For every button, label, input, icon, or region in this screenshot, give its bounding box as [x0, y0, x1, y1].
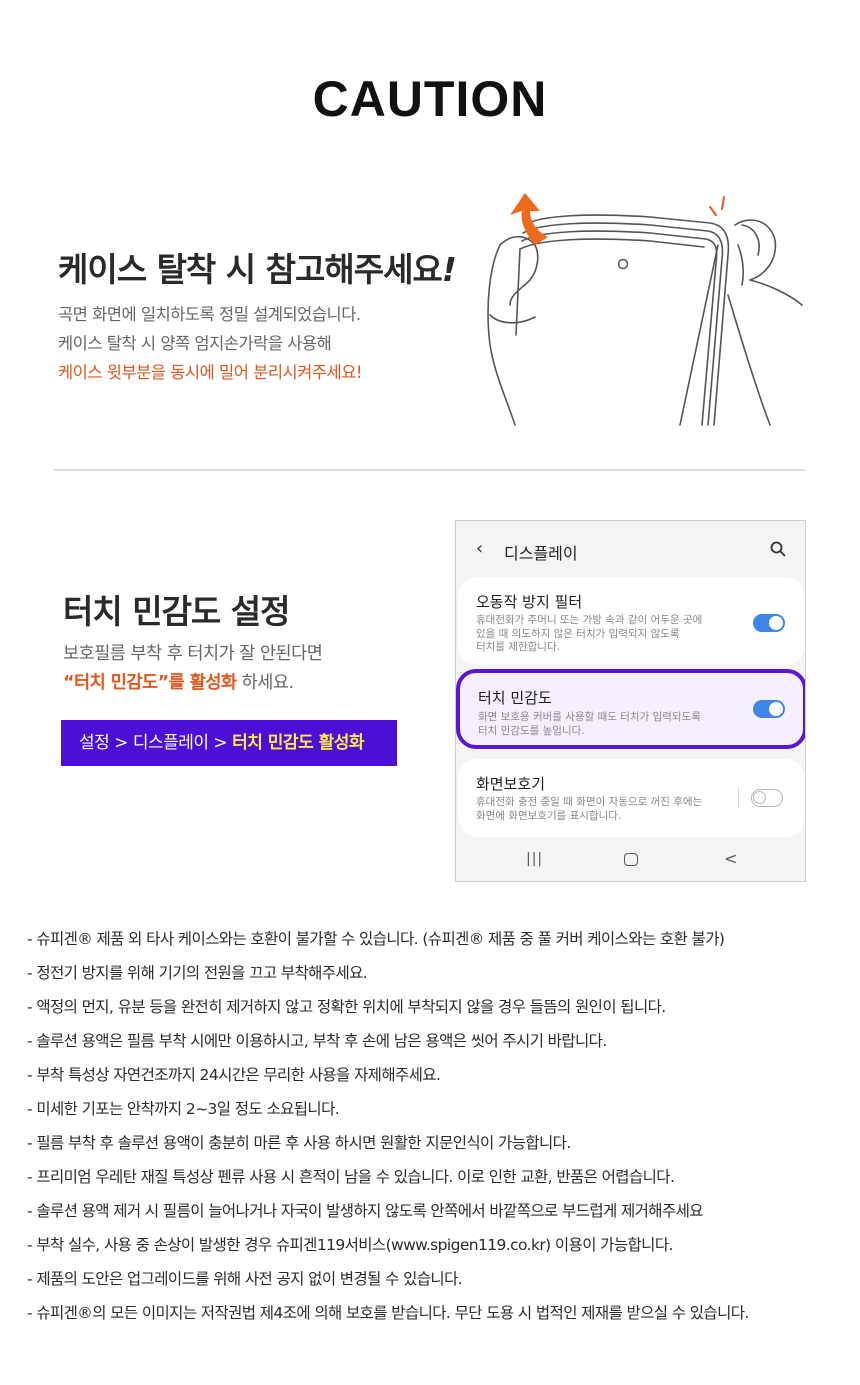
phone-settings-screen: ‹ 디스플레이 오동작 방지 필터 휴대전화가 주머니 또는 가방 속과 같이 …: [455, 520, 806, 882]
search-icon[interactable]: [770, 541, 786, 557]
toggle-knob: [753, 791, 766, 804]
setting-item-title: 터치 민감도: [478, 689, 552, 707]
list-item: - 필름 부착 후 솔루션 용액이 충분히 마른 후 사용 하시면 원활한 지문…: [27, 1134, 571, 1152]
setting-desc-line: 휴대전화가 주머니 또는 가방 속과 같이 어두운 곳에: [476, 614, 703, 626]
list-item: - 슈피겐® 제품 외 타사 케이스와는 호환이 불가할 수 있습니다. (슈피…: [27, 930, 725, 948]
home-icon[interactable]: [624, 853, 638, 866]
setting-desc-line: 화면에 화면보호기를 표시합니다.: [476, 809, 622, 822]
setting-desc-line: 있을 때 의도하지 않은 터치가 입력되지 않도록: [476, 627, 680, 640]
setting-desc-line: 화면 보호용 커버를 사용할 때도 터치가 입력되도록: [478, 711, 701, 723]
nav-back-icon[interactable]: <: [724, 849, 737, 868]
list-item: - 제품의 도안은 업그레이드를 위해 사전 공지 없이 변경될 수 있습니다.: [27, 1270, 463, 1288]
removal-line-3: 케이스 윗부분을 동시에 밀어 분리시켜주세요!: [58, 363, 363, 382]
settings-path-highlight: 터치 민감도 활성화: [232, 733, 365, 753]
setting-item-desc: 화면 보호용 커버를 사용할 때도 터치가 입력되도록 터치 민감도를 높입니다…: [478, 711, 701, 738]
touch-line-2: “터치 민감도”를 활성화 하세요.: [63, 669, 322, 698]
phone-app-bar: ‹ 디스플레이: [456, 521, 805, 577]
touch-heading: 터치 민감도 설정: [63, 592, 290, 631]
list-item: - 프리미엄 우레탄 재질 특성상 펜류 사용 시 흔적이 남을 수 있습니다.…: [27, 1168, 675, 1186]
page-title: CAUTION: [312, 71, 548, 127]
settings-path-box: 설정 > 디스플레이 > 터치 민감도 활성화: [61, 720, 397, 766]
removal-heading-mark: !: [441, 250, 457, 289]
touch-highlight: “터치 민감도”를 활성화: [63, 673, 237, 693]
phone-nav-bar: ||| <: [456, 839, 805, 881]
setting-item-screen-saver[interactable]: 화면보호기 휴대전화 충전 중일 때 화면이 자동으로 꺼진 후에는 화면에 화…: [458, 759, 805, 837]
toggle-switch-on[interactable]: [753, 700, 785, 718]
back-arrow-icon[interactable]: ‹: [476, 538, 483, 559]
setting-desc-line: 터치 민감도를 높입니다.: [478, 724, 585, 737]
list-item: - 솔루션 용액 제거 시 필름이 늘어나거나 자국이 발생하지 않도록 안쪽에…: [27, 1202, 704, 1220]
section-divider: [54, 469, 805, 471]
list-item: - 슈피겐®의 모든 이미지는 저작권법 제4조에 의해 보호를 받습니다. 무…: [27, 1304, 749, 1322]
phone-screen-title: 디스플레이: [504, 544, 578, 563]
setting-item-title: 화면보호기: [476, 775, 546, 793]
setting-item-accidental-touch[interactable]: 오동작 방지 필터 휴대전화가 주머니 또는 가방 속과 같이 어두운 곳에 있…: [458, 577, 805, 665]
hands-removing-case-illustration: [487, 193, 803, 426]
recent-apps-icon[interactable]: |||: [526, 851, 543, 867]
toggle-knob: [769, 616, 783, 630]
removal-heading-text: 케이스 탈착 시 참고해주세요: [58, 250, 443, 289]
toggle-switch-off[interactable]: [751, 789, 783, 807]
setting-desc-line: 터치를 제한합니다.: [476, 641, 560, 653]
touch-line-2-rest: 하세요.: [236, 673, 294, 693]
touch-line-1: 보호필름 부착 후 터치가 잘 안된다면: [63, 644, 323, 664]
removal-line-2: 케이스 탈착 시 양쪽 엄지손가락을 사용해: [58, 334, 332, 353]
setting-item-touch-sensitivity[interactable]: 터치 민감도 화면 보호용 커버를 사용할 때도 터치가 입력되도록 터치 민감…: [456, 669, 805, 749]
list-item: - 솔루션 용액은 필름 부착 시에만 이용하시고, 부착 후 손에 남은 용액…: [27, 1032, 607, 1050]
touch-description: 보호필름 부착 후 터치가 잘 안된다면 “터치 민감도”를 활성화 하세요.: [63, 640, 323, 698]
list-item: - 액정의 먼지, 유분 등을 완전히 제거하지 않고 정확한 위치에 부착되지…: [27, 998, 666, 1016]
toggle-switch-on[interactable]: [753, 614, 785, 632]
list-item: - 부착 실수, 사용 중 손상이 발생한 경우 슈피겐119서비스(www.s…: [27, 1236, 673, 1254]
caution-notes-list: - 슈피겐® 제품 외 타사 케이스와는 호환이 불가할 수 있습니다. (슈피…: [27, 922, 857, 1330]
setting-desc-line: 휴대전화 충전 중일 때 화면이 자동으로 꺼진 후에는: [476, 796, 703, 808]
settings-path-prefix: 설정 > 디스플레이 >: [79, 733, 233, 753]
removal-line-1: 곡면 화면에 일치하도록 정밀 설계되었습니다.: [58, 305, 361, 324]
item-divider: [738, 787, 739, 809]
toggle-knob: [769, 702, 783, 716]
setting-item-desc: 휴대전화가 주머니 또는 가방 속과 같이 어두운 곳에 있을 때 의도하지 않…: [476, 614, 702, 655]
setting-item-desc: 휴대전화 충전 중일 때 화면이 자동으로 꺼진 후에는 화면에 화면보호기를 …: [476, 796, 702, 823]
list-item: - 정전기 방지를 위해 기기의 전원을 끄고 부착해주세요.: [27, 964, 368, 982]
setting-item-title: 오동작 방지 필터: [476, 593, 583, 611]
list-item: - 미세한 기포는 안착까지 2~3일 정도 소요됩니다.: [27, 1100, 340, 1118]
removal-description: 곡면 화면에 일치하도록 정밀 설계되었습니다. 케이스 탈착 시 양쪽 엄지손…: [58, 300, 363, 387]
removal-heading: 케이스 탈착 시 참고해주세요!: [58, 243, 457, 291]
list-item: - 부착 특성상 자연건조까지 24시간은 무리한 사용을 자제해주세요.: [27, 1066, 441, 1084]
